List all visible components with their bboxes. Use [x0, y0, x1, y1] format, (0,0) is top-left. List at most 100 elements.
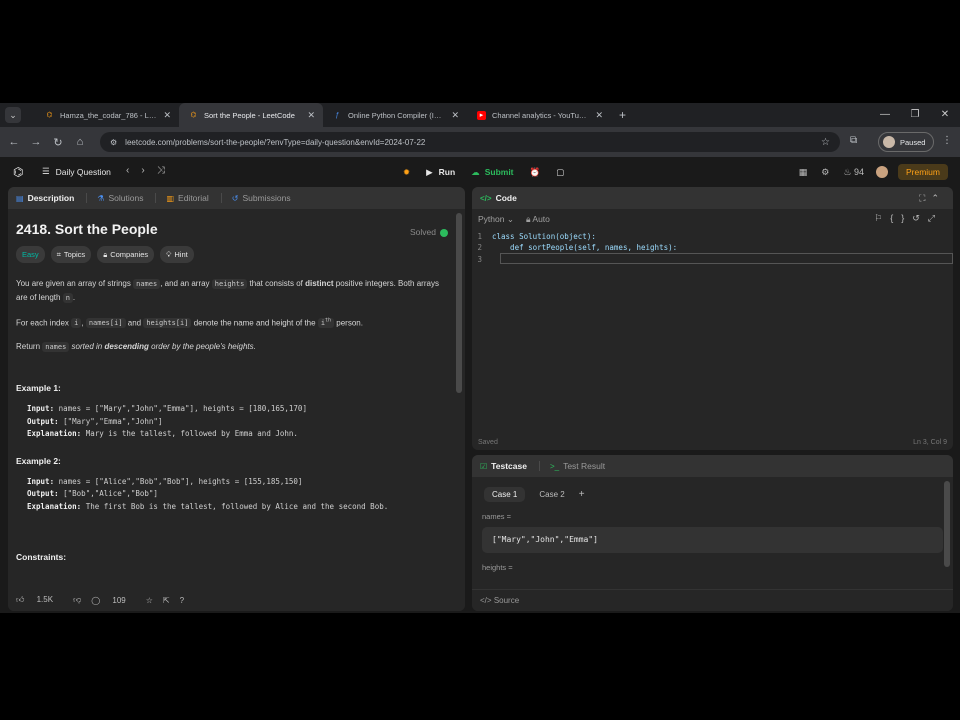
settings-gear-icon[interactable]: ⚙	[821, 167, 829, 178]
browser-tab[interactable]: ⌬ Hamza_the_codar_786 - LeetCo ✕	[35, 103, 179, 127]
line-number: 1	[477, 232, 482, 241]
editor-tools: ⚐{}↺⤢	[874, 213, 943, 224]
tab-label: Submissions	[242, 193, 291, 203]
add-case-icon[interactable]: +	[579, 489, 585, 500]
next-problem-icon[interactable]: ›	[141, 165, 156, 176]
browser-window: ⌄ ⌬ Hamza_the_codar_786 - LeetCo ✕ ⌬ Sor…	[0, 103, 960, 613]
notes-icon[interactable]: ▢	[548, 163, 572, 181]
address-bar[interactable]: ⚙ leetcode.com/problems/sort-the-people/…	[100, 132, 840, 152]
reload-icon[interactable]: ↻	[47, 136, 69, 149]
more-options-icon[interactable]: ⋮	[942, 135, 952, 146]
new-tab-icon[interactable]: +	[619, 108, 626, 122]
submit-button[interactable]: ☁ Submit	[463, 163, 521, 181]
case-tab-1[interactable]: Case 1	[484, 487, 526, 502]
case-tab-2[interactable]: Case 2	[531, 487, 572, 502]
description-paragraph: For each index i, names[i] and heights[i…	[16, 315, 448, 330]
tab-testcase[interactable]: ☑ Testcase	[480, 461, 527, 471]
shuffle-icon[interactable]: ⤨	[157, 165, 177, 176]
tab-solutions[interactable]: ⚗ Solutions	[97, 193, 143, 203]
close-icon[interactable]: ✕	[595, 110, 603, 121]
collapse-icon[interactable]: ⌃	[931, 193, 945, 203]
tab-search-button[interactable]: ⌄	[5, 107, 21, 123]
debug-icon[interactable]: ✹	[395, 163, 418, 181]
close-icon[interactable]: ✕	[307, 110, 315, 121]
maximize-icon[interactable]: ❐	[900, 103, 930, 127]
tab-submissions[interactable]: ↺ Submissions	[232, 193, 291, 203]
close-icon[interactable]: ✕	[163, 110, 171, 121]
code-line: 1 class Solution(object):	[472, 231, 953, 242]
browser-tab[interactable]: ▸ Channel analytics - YouTube St ✕	[467, 103, 611, 127]
expand-icon[interactable]: ⤢	[928, 213, 943, 223]
topics-badge[interactable]: ⌗ Topics	[50, 246, 92, 263]
example-input: names = ["Alice","Bob","Bob"], heights =…	[58, 476, 303, 486]
auto-mode[interactable]: 🔒︎ Auto	[526, 214, 550, 225]
streak-counter[interactable]: ♨ 94	[843, 167, 864, 178]
bold-text: distinct	[305, 279, 334, 288]
maximize-panel-icon[interactable]: ⛶	[919, 193, 931, 203]
bookmark-star-icon[interactable]: ☆	[821, 137, 830, 148]
names-input[interactable]: ["Mary","John","Emma"]	[482, 527, 943, 553]
timer-icon[interactable]: ⏰	[522, 163, 549, 181]
tab-label: Editorial	[178, 193, 209, 203]
help-icon[interactable]: ?	[180, 596, 184, 605]
tab-title: Channel analytics - YouTube St	[492, 110, 590, 120]
tab-editorial[interactable]: ▥ Editorial	[166, 193, 208, 203]
code-line: 2 def sortPeople(self, names, heights):	[472, 242, 953, 253]
run-button[interactable]: ▶ Run	[418, 163, 463, 181]
source-button[interactable]: </> Source	[480, 596, 519, 605]
dislike-icon[interactable]: 👎︎	[73, 595, 81, 605]
example-output: ["Bob","Alice","Bob"]	[63, 489, 158, 499]
like-count: 1.5K	[36, 595, 54, 604]
terminal-icon: >_	[549, 461, 560, 471]
browser-tab[interactable]: ƒ Online Python Compiler (Interp ✕	[323, 103, 467, 127]
companies-badge[interactable]: 🔒︎ Companies	[97, 246, 155, 263]
bookmark-icon[interactable]: ⚐	[874, 213, 890, 223]
forward-icon[interactable]: →	[25, 136, 47, 148]
user-avatar[interactable]	[875, 166, 888, 178]
solved-label: Solved	[410, 227, 436, 237]
document-icon: ▤	[16, 193, 24, 203]
daily-question-label: Daily Question	[55, 166, 111, 177]
editor-toolbar: Python ⌄ 🔒︎ Auto ⚐{}↺⤢	[472, 209, 953, 229]
language-select[interactable]: Python ⌄	[478, 214, 514, 225]
inline-code: i	[71, 318, 82, 329]
profile-button[interactable]: Paused	[878, 132, 934, 152]
flask-icon: ⚗	[97, 193, 105, 203]
scrollbar[interactable]	[456, 213, 462, 393]
lock-icon: 🔒︎	[103, 250, 108, 259]
tab-title: Hamza_the_codar_786 - LeetCo	[60, 110, 158, 120]
extensions-icon[interactable]: ⧉	[850, 135, 857, 146]
browser-tab-active[interactable]: ⌬ Sort the People - LeetCode ✕	[179, 103, 323, 127]
minimize-icon[interactable]: —	[870, 103, 900, 127]
hint-badge[interactable]: 💡︎ Hint	[160, 246, 194, 263]
leetcode-logo-icon[interactable]: ⌬	[13, 165, 23, 179]
run-label: Run	[438, 167, 456, 177]
share-icon[interactable]: ⇱	[163, 596, 170, 605]
site-info-icon[interactable]: ⚙	[110, 138, 117, 147]
example-block: Input: names = ["Alice","Bob","Bob"], he…	[16, 476, 448, 514]
scrollbar[interactable]	[944, 481, 950, 567]
reset-icon[interactable]: ↺	[912, 213, 928, 223]
close-window-icon[interactable]: ✕	[930, 103, 960, 127]
daily-question-button[interactable]: ☰ Daily Question	[42, 166, 111, 177]
tab-code[interactable]: </> Code	[480, 193, 517, 203]
submit-label: Submit	[484, 167, 514, 177]
favorite-star-icon[interactable]: ☆	[146, 596, 153, 605]
close-icon[interactable]: ✕	[451, 110, 459, 121]
run-bar: ✹ ▶ Run ☁ Submit ⏰ ▢	[395, 163, 572, 181]
example-explanation: The first Bob is the tallest, followed b…	[85, 501, 389, 511]
description-panel: ▤ Description ⚗ Solutions ▥ Editorial ↺ …	[8, 187, 465, 611]
home-icon[interactable]: ⌂	[69, 136, 91, 148]
code-editor[interactable]: 1 class Solution(object): 2 def sortPeop…	[472, 231, 953, 421]
braces-icon[interactable]: {}	[890, 213, 912, 223]
constraints-title: Constraints:	[16, 552, 67, 563]
tab-test-result[interactable]: >_ Test Result	[550, 461, 605, 471]
prev-problem-icon[interactable]: ‹	[126, 165, 141, 176]
premium-button[interactable]: Premium	[897, 164, 948, 180]
like-button[interactable]: 👍︎ 1.5K	[16, 595, 63, 605]
comments-button[interactable]: ◯ 109	[91, 596, 136, 605]
back-icon[interactable]: ←	[3, 136, 25, 148]
book-icon: ▥	[166, 193, 175, 203]
tab-description[interactable]: ▤ Description	[16, 193, 74, 203]
layout-icon[interactable]: ▦	[799, 167, 808, 178]
